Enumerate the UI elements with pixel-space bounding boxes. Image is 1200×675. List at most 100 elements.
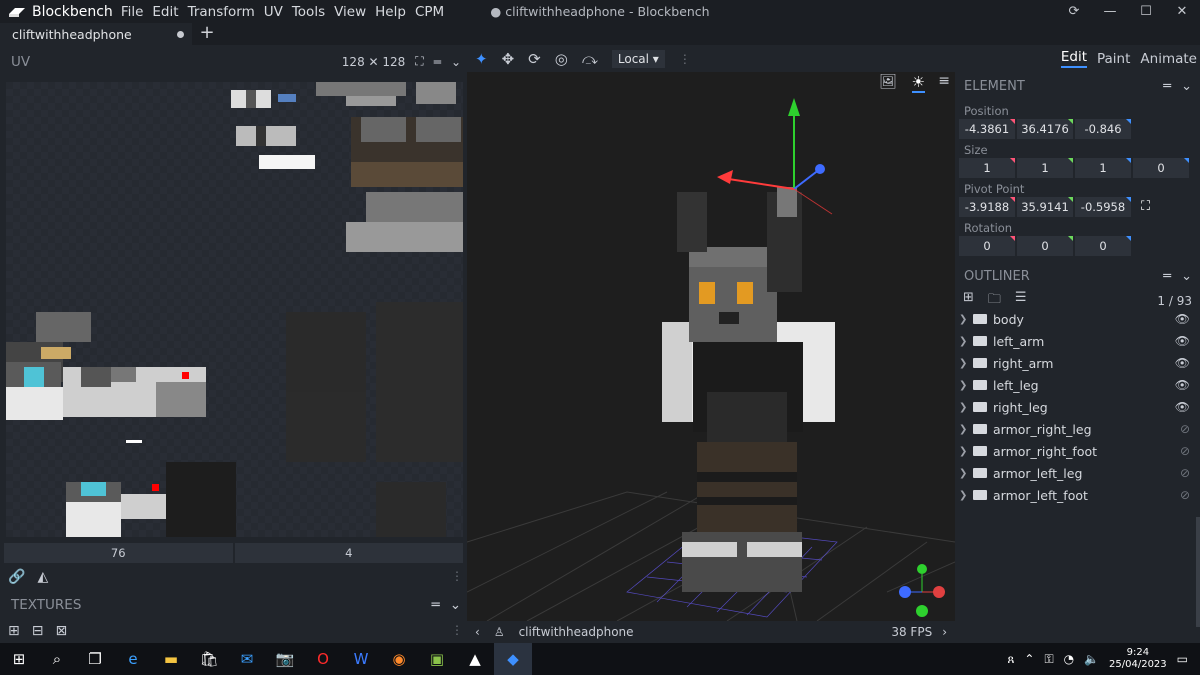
outliner-item-right-leg[interactable]: ❯ right_leg 👁 — [955, 396, 1200, 418]
menu-transform[interactable]: Transform — [188, 4, 264, 20]
toolbar-more-icon[interactable]: ⋮ — [679, 52, 691, 66]
rotation-x[interactable]: 0 — [959, 235, 1015, 256]
size-z[interactable]: 1 — [1075, 157, 1131, 178]
textures-more-icon[interactable]: ⋮ — [451, 623, 463, 637]
lighting-icon[interactable]: ☀ — [911, 73, 925, 93]
create-texture-icon[interactable]: ⊟ — [32, 623, 44, 639]
store-icon[interactable]: 🛍 — [190, 643, 228, 675]
eye-icon[interactable]: 👁 — [1175, 334, 1190, 348]
mode-paint[interactable]: Paint — [1097, 51, 1130, 67]
photos-icon[interactable]: ▲ — [456, 643, 494, 675]
chevron-right-icon[interactable]: ❯ — [959, 358, 971, 369]
rotation-z[interactable]: 0 — [1075, 235, 1131, 256]
people-icon[interactable]: ጸ — [1007, 652, 1014, 667]
viewport-menu-icon[interactable]: ≡ — [938, 73, 950, 89]
chevron-right-icon[interactable]: ❯ — [959, 314, 971, 325]
maximize-button[interactable]: ☐ — [1128, 0, 1164, 23]
refresh-icon[interactable]: ⟳ — [1056, 0, 1092, 23]
pivot-x[interactable]: -3.9188 — [959, 196, 1015, 217]
chevron-right-icon[interactable]: ❯ — [959, 424, 971, 435]
background-image-icon[interactable]: 🖼 — [879, 74, 897, 90]
outliner-item-armor-left-foot[interactable]: ❯ armor_left_foot ⊘ — [955, 484, 1200, 506]
panel-menu-icon[interactable]: ═ — [434, 55, 441, 69]
mode-edit[interactable]: Edit — [1060, 49, 1087, 68]
tab-project[interactable]: cliftwithheadphone — [0, 23, 192, 45]
uv-input-u[interactable]: 76 — [4, 543, 233, 563]
chevron-down-icon[interactable]: ⌄ — [451, 55, 461, 69]
chevron-right-icon[interactable]: ❯ — [959, 490, 971, 501]
link-icon[interactable]: 🔗 — [8, 569, 25, 585]
blockbench-taskbar-icon[interactable]: ◆ — [494, 643, 532, 675]
transform-space-select[interactable]: Local ▾ — [611, 49, 665, 68]
position-x[interactable]: -4.3861 — [959, 118, 1015, 139]
search-icon[interactable]: ⌕ — [38, 643, 76, 675]
outliner-scrollbar[interactable] — [1196, 517, 1200, 627]
firefox-icon[interactable]: ◉ — [380, 643, 418, 675]
chevron-right-icon[interactable]: ❯ — [959, 402, 971, 413]
chevron-right-icon[interactable]: ❯ — [959, 380, 971, 391]
uv-input-v[interactable]: 4 — [234, 543, 463, 563]
position-y[interactable]: 36.4176 — [1017, 118, 1073, 139]
chevron-right-icon[interactable]: ❯ — [959, 468, 971, 479]
pivot-tool-icon[interactable]: ◎ — [555, 50, 568, 68]
volume-icon[interactable]: 🔈 — [1084, 652, 1099, 666]
uv-size-label[interactable]: 128 ✕ 128 — [342, 55, 406, 69]
outliner-item-left-leg[interactable]: ❯ left_leg 👁 — [955, 374, 1200, 396]
file-explorer-icon[interactable]: ▬ — [152, 643, 190, 675]
task-view-icon[interactable]: ❐ — [76, 643, 114, 675]
mail-icon[interactable]: ✉ — [228, 643, 266, 675]
center-pivot-icon[interactable]: ⛶ — [1141, 199, 1150, 214]
chevron-left-icon[interactable]: ‹ — [475, 625, 480, 639]
eye-icon[interactable]: 👁 — [1175, 356, 1190, 370]
windows-start-icon[interactable]: ⊞ — [0, 643, 38, 675]
network-icon[interactable]: ⚿ — [1044, 652, 1053, 667]
mode-animate[interactable]: Animate — [1140, 51, 1197, 67]
size-x[interactable]: 1 — [959, 157, 1015, 178]
menu-tools[interactable]: Tools — [292, 4, 334, 20]
new-tab-button[interactable]: + — [192, 23, 222, 45]
menu-help[interactable]: Help — [375, 4, 415, 20]
outliner-chevron-icon[interactable]: ⌄ — [1181, 269, 1192, 284]
camera-icon[interactable]: 📷 — [266, 643, 304, 675]
textures-menu-icon[interactable]: ═ — [432, 597, 440, 613]
menu-file[interactable]: File — [121, 4, 153, 20]
textures-chevron-down-icon[interactable]: ⌄ — [450, 597, 461, 613]
size-y[interactable]: 1 — [1017, 157, 1073, 178]
element-chevron-icon[interactable]: ⌄ — [1181, 79, 1192, 94]
wifi-icon[interactable]: ◔ — [1064, 652, 1074, 666]
eye-icon[interactable]: 👁 — [1175, 400, 1190, 414]
rotate-tool-icon[interactable]: ⟳ — [528, 50, 541, 68]
menu-uv[interactable]: UV — [264, 4, 292, 20]
notifications-icon[interactable]: ▭ — [1177, 652, 1188, 666]
pivot-z[interactable]: -0.5958 — [1075, 196, 1131, 217]
eye-icon[interactable]: 👁 — [1175, 312, 1190, 326]
eye-hidden-icon[interactable]: ⊘ — [1180, 422, 1190, 436]
3d-viewport[interactable]: 🖼 ☀ ≡ — [467, 72, 955, 621]
clock[interactable]: 9:24 25/04/2023 — [1109, 647, 1167, 671]
outliner-item-armor-right-leg[interactable]: ❯ armor_right_leg ⊘ — [955, 418, 1200, 440]
uv-tools-more-icon[interactable]: ⋮ — [451, 569, 463, 583]
vertex-snap-icon[interactable]: ⤼ — [582, 50, 598, 68]
move-tool-icon[interactable]: ✥ — [502, 50, 515, 68]
edge-icon[interactable]: e — [114, 643, 152, 675]
mirror-icon[interactable]: ◭ — [37, 569, 48, 585]
pivot-y[interactable]: 35.9141 — [1017, 196, 1073, 217]
outliner-item-right-arm[interactable]: ❯ right_arm 👁 — [955, 352, 1200, 374]
eye-hidden-icon[interactable]: ⊘ — [1180, 488, 1190, 502]
chevron-right-icon[interactable]: ❯ — [959, 446, 971, 457]
eye-hidden-icon[interactable]: ⊘ — [1180, 444, 1190, 458]
outliner-item-left-arm[interactable]: ❯ left_arm 👁 — [955, 330, 1200, 352]
chevron-up-icon[interactable]: ⌃ — [1024, 652, 1034, 666]
fullscreen-icon[interactable]: ⛶ — [415, 54, 423, 69]
menu-edit[interactable]: Edit — [152, 4, 187, 20]
position-z[interactable]: -0.846 — [1075, 118, 1131, 139]
word-icon[interactable]: W — [342, 643, 380, 675]
rotation-y[interactable]: 0 — [1017, 235, 1073, 256]
outliner-menu-icon[interactable]: ═ — [1163, 269, 1171, 284]
eye-hidden-icon[interactable]: ⊘ — [1180, 466, 1190, 480]
outliner-item-armor-left-leg[interactable]: ❯ armor_left_leg ⊘ — [955, 462, 1200, 484]
outliner-item-body[interactable]: ❯ body 👁 — [955, 308, 1200, 330]
size-inflate[interactable]: 0 — [1133, 157, 1189, 178]
element-menu-icon[interactable]: ═ — [1163, 79, 1171, 94]
close-button[interactable]: ✕ — [1164, 0, 1200, 23]
